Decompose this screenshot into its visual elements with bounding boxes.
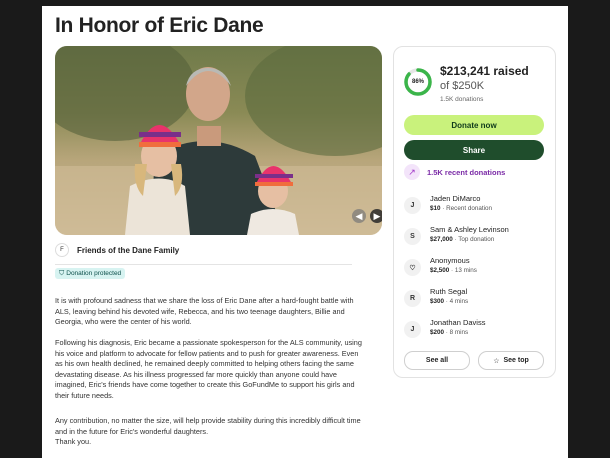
story-paragraph: It is with profound sadness that we shar… — [55, 296, 354, 327]
fundraiser-page: In Honor of Eric Dane ◀ ▶ F Friends of t… — [42, 6, 568, 458]
page-title: In Honor of Eric Dane — [55, 14, 264, 37]
donor-meta: $300 · 4 mins — [430, 298, 469, 305]
donor-item: J Jaden DiMarco $10 · Recent donation — [404, 194, 492, 214]
shield-icon: ⛉ — [59, 269, 65, 277]
progress-percent: 86% — [411, 79, 424, 85]
donor-item: S Sam & Ashley Levinson $27,000 · Top do… — [404, 225, 509, 245]
see-top-label: See top — [503, 357, 529, 364]
donor-meta: $2,500 · 13 mins — [430, 267, 477, 274]
donation-card: 86% $213,241 raised of $250K 1.5K donati… — [393, 46, 556, 378]
story-paragraph: Any contribution, no matter the size, wi… — [55, 416, 365, 448]
donor-item: R Ruth Segal $300 · 4 mins — [404, 287, 468, 307]
donor-item: ♡ Anonymous $2,500 · 13 mins — [404, 256, 477, 276]
donor-avatar: J — [404, 197, 421, 214]
donor-name: Sam & Ashley Levinson — [430, 225, 509, 234]
donor-item: J Jonathan Daviss $200 · 8 mins — [404, 318, 485, 338]
trending-up-icon: ↗ — [404, 164, 420, 180]
goal-amount: of $250K — [440, 80, 485, 92]
organizer-name[interactable]: Friends of the Dane Family — [77, 246, 179, 255]
share-button[interactable]: Share — [404, 140, 544, 160]
donor-meta: $200 · 8 mins — [430, 329, 469, 336]
organizer-avatar: F — [55, 243, 69, 257]
donation-count: 1.5K donations — [440, 96, 484, 103]
see-top-button[interactable]: ☆ See top — [478, 351, 544, 370]
story-paragraph: Following his diagnosis, Eric became a p… — [55, 338, 362, 400]
star-icon: ☆ — [493, 357, 500, 365]
donor-name: Anonymous — [430, 256, 470, 265]
amount-raised: $213,241 raised — [440, 64, 529, 78]
hand-heart-icon: ♡ — [404, 259, 421, 276]
donor-avatar: J — [404, 321, 421, 338]
donor-avatar: R — [404, 290, 421, 307]
story-closing: Any contribution, no matter the size, wi… — [55, 416, 361, 436]
family-photo-illustration — [55, 46, 382, 235]
previous-photo-button[interactable]: ◀ — [352, 209, 366, 223]
recent-donations-label: 1.5K recent donations — [427, 167, 506, 177]
donor-avatar: S — [404, 228, 421, 245]
badge-label: Donation protected — [66, 270, 122, 277]
donor-name: Jaden DiMarco — [430, 194, 481, 203]
donor-name: Ruth Segal — [430, 287, 468, 296]
next-photo-button[interactable]: ▶ — [370, 209, 382, 223]
see-all-button[interactable]: See all — [404, 351, 470, 370]
donation-protected-badge[interactable]: ⛉ Donation protected — [55, 268, 126, 279]
donor-name: Jonathan Daviss — [430, 318, 486, 327]
donate-now-button[interactable]: Donate now — [404, 115, 544, 135]
recent-donations-header: ↗ 1.5K recent donations — [404, 164, 505, 180]
story-thanks: Thank you. — [55, 437, 92, 447]
donor-meta: $27,000 · Top donation — [430, 236, 495, 243]
donor-meta: $10 · Recent donation — [430, 205, 492, 212]
hero-photo: ◀ ▶ — [55, 46, 382, 235]
organizer-row[interactable]: F Friends of the Dane Family — [55, 240, 352, 265]
